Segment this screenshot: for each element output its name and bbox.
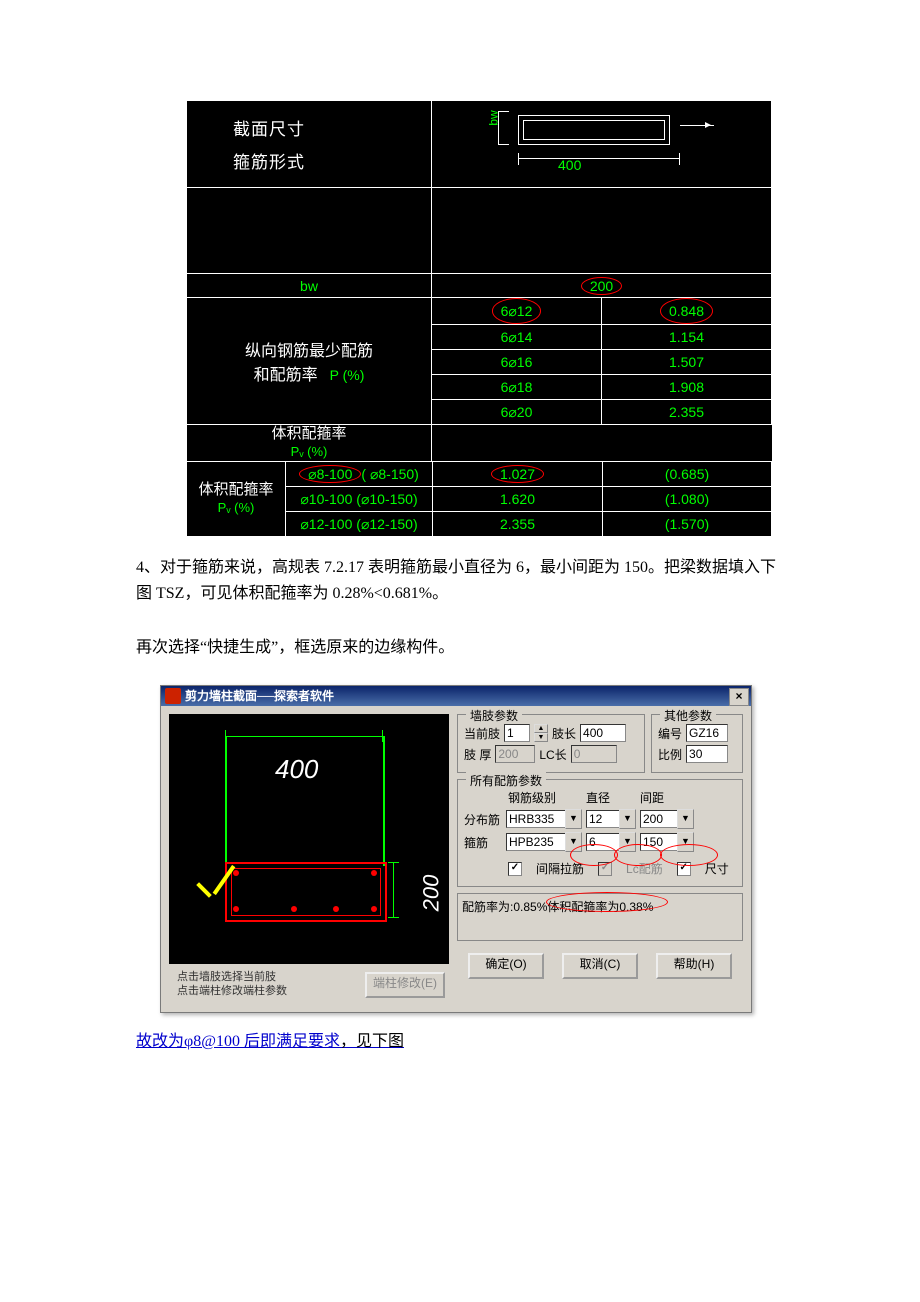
arrow-right-icon	[680, 125, 714, 126]
check-icon	[195, 868, 241, 914]
d12-100: ⌀12-100	[300, 516, 352, 532]
stir-grade-combo[interactable]: ▼	[506, 832, 582, 852]
longit-text-2: 和配筋率	[254, 367, 318, 384]
close-icon[interactable]: ×	[729, 688, 749, 706]
label-current-limb: 当前肢	[464, 725, 500, 742]
chk-lc-rebar: ✓	[598, 862, 612, 876]
stir-space-combo[interactable]: ▼	[640, 832, 694, 852]
hint-2: 点击端柱修改端柱参数	[177, 985, 287, 997]
hint-1: 点击墙肢选择当前肢	[177, 971, 276, 983]
code-input[interactable]	[686, 724, 728, 742]
lc-length-input	[571, 745, 617, 763]
titlebar[interactable]: 剪力墙柱截面──探索者软件 ×	[161, 686, 751, 706]
preview-dim-400: 400	[275, 754, 318, 785]
label-dist-bar: 分布筋	[464, 811, 502, 828]
ok-button[interactable]: 确定(O)	[468, 953, 544, 979]
val-1507: 1.507	[602, 350, 772, 375]
label-stirrup: 箍筋	[464, 834, 502, 851]
limb-thick-input	[495, 745, 535, 763]
bar-6d18: 6⌀18	[432, 375, 602, 400]
dim-400: 400	[558, 157, 581, 173]
fieldset-limb-params: 墙肢参数	[466, 707, 522, 724]
limb-spinner[interactable]: ▲▼	[534, 724, 548, 742]
shearwall-dialog: 剪力墙柱截面──探索者软件 × 400 200 点击墙肢选择当前肢 点击端柱修改…	[160, 685, 752, 1013]
preview-rect	[225, 862, 387, 922]
bw-value: 200	[581, 277, 622, 295]
pv-percent: Pᵥ (%)	[291, 444, 328, 459]
header-section-size: 截面尺寸	[187, 111, 431, 144]
dist-dia-combo[interactable]: ▼	[586, 809, 636, 829]
longit-text-1: 纵向钢筋最少配筋	[245, 343, 373, 360]
v-2355b: 2.355	[433, 512, 603, 537]
label-limb-thick: 肢 厚	[464, 746, 491, 763]
col-grade: 钢筋级别	[508, 789, 556, 806]
dist-grade-combo[interactable]: ▼	[506, 809, 582, 829]
v-1570: (1.570)	[603, 512, 772, 537]
col-dia: 直径	[586, 789, 610, 806]
paragraph-4: 4、对于箍筋来说，高规表 7.2.17 表明箍筋最小直径为 6，最小间距为 15…	[136, 555, 776, 607]
cad-section-table: 截面尺寸 箍筋形式 bw 400 bw 200 纵向钢筋最少配筋 和配筋率 P …	[186, 100, 772, 462]
bar-6d20: 6⌀20	[432, 400, 602, 425]
section-diagram: bw 400	[432, 101, 771, 187]
chevron-down-icon: ▼	[619, 809, 636, 829]
cancel-button[interactable]: 取消(C)	[562, 953, 638, 979]
vol-ratio-label: 体积配箍率	[271, 426, 346, 442]
preview-dim-200: 200	[418, 875, 444, 912]
help-button[interactable]: 帮助(H)	[656, 953, 732, 979]
chevron-down-icon: ▼	[677, 809, 694, 829]
chk-interval-tie[interactable]: ✓	[508, 862, 522, 876]
limb-length-input[interactable]	[580, 724, 626, 742]
d8-100: ⌀8-100	[299, 465, 361, 483]
label-lc-length: LC长	[539, 746, 566, 763]
label-scale: 比例	[658, 746, 682, 763]
dialog-title: 剪力墙柱截面──探索者软件	[185, 686, 727, 706]
chevron-down-icon: ▼	[565, 809, 582, 829]
paragraph-again: 再次选择“快捷生成”，框选原来的边缘构件。	[136, 633, 776, 657]
p-percent: P (%)	[330, 367, 365, 383]
v-0685: (0.685)	[603, 462, 772, 487]
bar-6d16: 6⌀16	[432, 350, 602, 375]
v-1027: 1.027	[491, 465, 544, 483]
col-space: 间距	[640, 789, 664, 806]
app-icon	[165, 688, 181, 704]
bar-6d12: 6⌀12	[492, 298, 542, 324]
bar-6d14: 6⌀14	[432, 325, 602, 350]
v-1080: (1.080)	[603, 487, 772, 512]
chevron-down-icon: ▼	[565, 832, 582, 852]
d10-100: ⌀10-100	[300, 491, 352, 507]
val-1154: 1.154	[602, 325, 772, 350]
v-1620: 1.620	[433, 487, 603, 512]
val-0848: 0.848	[660, 298, 713, 324]
label-code: 编号	[658, 725, 682, 742]
label-limb-length: 肢长	[552, 725, 576, 742]
val-1908: 1.908	[602, 375, 772, 400]
dist-space-combo[interactable]: ▼	[640, 809, 694, 829]
chk-dimension[interactable]: ✓	[677, 862, 691, 876]
footer-link[interactable]: 故改为φ8@100 后即满足要求	[136, 1033, 340, 1050]
section-preview[interactable]: 400 200	[169, 714, 449, 964]
scale-input[interactable]	[686, 745, 728, 763]
fieldset-other-params: 其他参数	[660, 707, 716, 724]
header-stirrup-form: 箍筋形式	[187, 144, 431, 177]
end-column-modify-button[interactable]: 端柱修改(E)	[365, 972, 445, 998]
chevron-down-icon: ▼	[619, 832, 636, 852]
current-limb-input[interactable]	[504, 724, 530, 742]
val-2355: 2.355	[602, 400, 772, 425]
chevron-down-icon: ▼	[677, 832, 694, 852]
footer-note: 故改为φ8@100 后即满足要求，见下图	[136, 1027, 920, 1051]
bw-label: bw	[187, 274, 432, 298]
stir-dia-combo[interactable]: ▼	[586, 832, 636, 852]
ratio-display: 配筋率为:0.85%体积配箍率为0.38%	[457, 893, 743, 941]
cad-vol-table: 体积配箍率 Pᵥ (%) ⌀8-100( ⌀8-150) 1.027 (0.68…	[186, 461, 772, 537]
fieldset-rebar-params: 所有配筋参数	[466, 772, 546, 789]
